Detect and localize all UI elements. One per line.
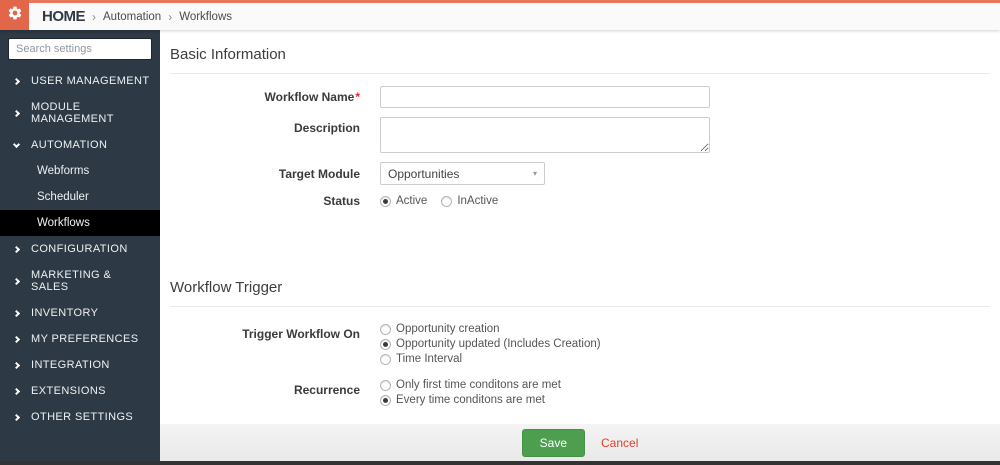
section-title-basic-information: Basic Information xyxy=(170,46,990,74)
target-module-selected-value: Opportunities xyxy=(388,166,460,181)
sidebar-item-label: MARKETING & SALES xyxy=(31,269,112,293)
required-asterisk: * xyxy=(355,90,360,104)
sidebar-item-extensions[interactable]: EXTENSIONS xyxy=(0,378,160,404)
settings-gear-button[interactable] xyxy=(0,0,29,30)
breadcrumb-separator-icon: › xyxy=(92,9,96,24)
chevron-right-icon xyxy=(12,413,21,421)
bottom-border-strip xyxy=(0,461,1000,465)
gear-icon xyxy=(7,5,23,26)
status-active-radio[interactable]: Active xyxy=(380,195,427,207)
target-module-select[interactable]: Opportunities ▾ xyxy=(380,162,545,185)
radio-selected-icon xyxy=(380,195,391,207)
trigger-opportunity-creation-radio[interactable]: Opportunity creation xyxy=(380,323,601,335)
sidebar-item-label: CONFIGURATION xyxy=(31,243,128,255)
recurrence-label: Recurrence xyxy=(293,383,360,397)
status-label: Status xyxy=(323,194,360,208)
chevron-right-icon xyxy=(12,387,21,395)
radio-selected-icon xyxy=(380,338,391,350)
status-inactive-radio[interactable]: InActive xyxy=(441,195,498,207)
cancel-button[interactable]: Cancel xyxy=(601,436,638,450)
top-bar: HOME › Automation › Workflows xyxy=(0,0,1000,30)
sidebar-item-label: MY PREFERENCES xyxy=(31,333,139,345)
sidebar-item-label: INTEGRATION xyxy=(31,359,110,371)
radio-unselected-icon xyxy=(380,353,391,365)
chevron-right-icon xyxy=(12,277,21,285)
workflow-form-panel: Basic Information Workflow Name* Descrip… xyxy=(160,30,1000,461)
search-input[interactable] xyxy=(8,38,152,60)
sidebar-item-label: EXTENSIONS xyxy=(31,385,106,397)
workflow-name-input[interactable] xyxy=(380,86,710,108)
recurrence-radio-group: Only first time conditons are met Every … xyxy=(380,379,561,406)
form-footer: Save Cancel xyxy=(160,424,1000,461)
chevron-right-icon xyxy=(12,361,21,369)
workflow-name-label: Workflow Name* xyxy=(264,90,360,104)
sidebar-item-integration[interactable]: INTEGRATION xyxy=(0,352,160,378)
sidebar-item-scheduler[interactable]: Scheduler xyxy=(0,184,160,210)
sidebar-item-module-management[interactable]: MODULE MANAGEMENT xyxy=(0,94,160,132)
sidebar-item-automation[interactable]: AUTOMATION xyxy=(0,132,160,158)
recurrence-first-time-radio[interactable]: Only first time conditons are met xyxy=(380,379,561,391)
radio-unselected-icon xyxy=(441,195,453,207)
sidebar-item-my-preferences[interactable]: MY PREFERENCES xyxy=(0,326,160,352)
sidebar-item-configuration[interactable]: CONFIGURATION xyxy=(0,236,160,262)
chevron-down-icon xyxy=(12,140,21,148)
sidebar-item-label: USER MANAGEMENT xyxy=(31,75,150,87)
chevron-right-icon xyxy=(12,335,21,343)
recurrence-every-time-radio[interactable]: Every time conditons are met xyxy=(380,394,561,406)
sidebar-item-label: INVENTORY xyxy=(31,307,99,319)
radio-unselected-icon xyxy=(380,323,391,335)
settings-sidebar: USER MANAGEMENT MODULE MANAGEMENT AUTOMA… xyxy=(0,30,160,461)
caret-down-icon: ▾ xyxy=(532,169,537,178)
breadcrumb-automation[interactable]: Automation xyxy=(103,11,161,23)
radio-unselected-icon xyxy=(380,379,391,391)
sidebar-item-user-management[interactable]: USER MANAGEMENT xyxy=(0,68,160,94)
sidebar-item-label: MODULE MANAGEMENT xyxy=(31,101,114,125)
sidebar-item-label: AUTOMATION xyxy=(31,139,108,151)
chevron-right-icon xyxy=(12,309,21,317)
sidebar-item-marketing-sales[interactable]: MARKETING & SALES xyxy=(0,262,160,300)
trigger-on-radio-group: Opportunity creation Opportunity updated… xyxy=(380,323,601,365)
breadcrumb-separator-icon: › xyxy=(168,9,173,24)
description-textarea[interactable] xyxy=(380,117,710,153)
status-radio-group: Active InActive xyxy=(380,195,498,207)
save-button[interactable]: Save xyxy=(521,428,585,457)
sidebar-item-label: OTHER SETTINGS xyxy=(31,411,134,423)
sidebar-item-other-settings[interactable]: OTHER SETTINGS xyxy=(0,404,160,430)
settings-page: HOME › Automation › Workflows USER MANAG… xyxy=(0,0,1000,465)
breadcrumb-workflows[interactable]: Workflows xyxy=(179,11,232,23)
radio-selected-icon xyxy=(380,394,391,406)
sidebar-item-workflows[interactable]: Workflows xyxy=(0,210,160,236)
sidebar-item-inventory[interactable]: INVENTORY xyxy=(0,300,160,326)
description-label: Description xyxy=(293,121,360,135)
chevron-right-icon xyxy=(12,77,21,85)
sidebar-item-webforms[interactable]: Webforms xyxy=(0,158,160,184)
chevron-right-icon xyxy=(12,109,21,117)
chevron-right-icon xyxy=(12,245,21,253)
target-module-label: Target Module xyxy=(278,166,360,181)
section-title-workflow-trigger: Workflow Trigger xyxy=(170,279,990,307)
trigger-opportunity-updated-radio[interactable]: Opportunity updated (Includes Creation) xyxy=(380,338,601,350)
trigger-workflow-on-label: Trigger Workflow On xyxy=(242,327,360,341)
breadcrumb-home[interactable]: HOME xyxy=(42,8,86,25)
breadcrumb: HOME › Automation › Workflows xyxy=(42,3,232,30)
trigger-time-interval-radio[interactable]: Time Interval xyxy=(380,353,601,365)
